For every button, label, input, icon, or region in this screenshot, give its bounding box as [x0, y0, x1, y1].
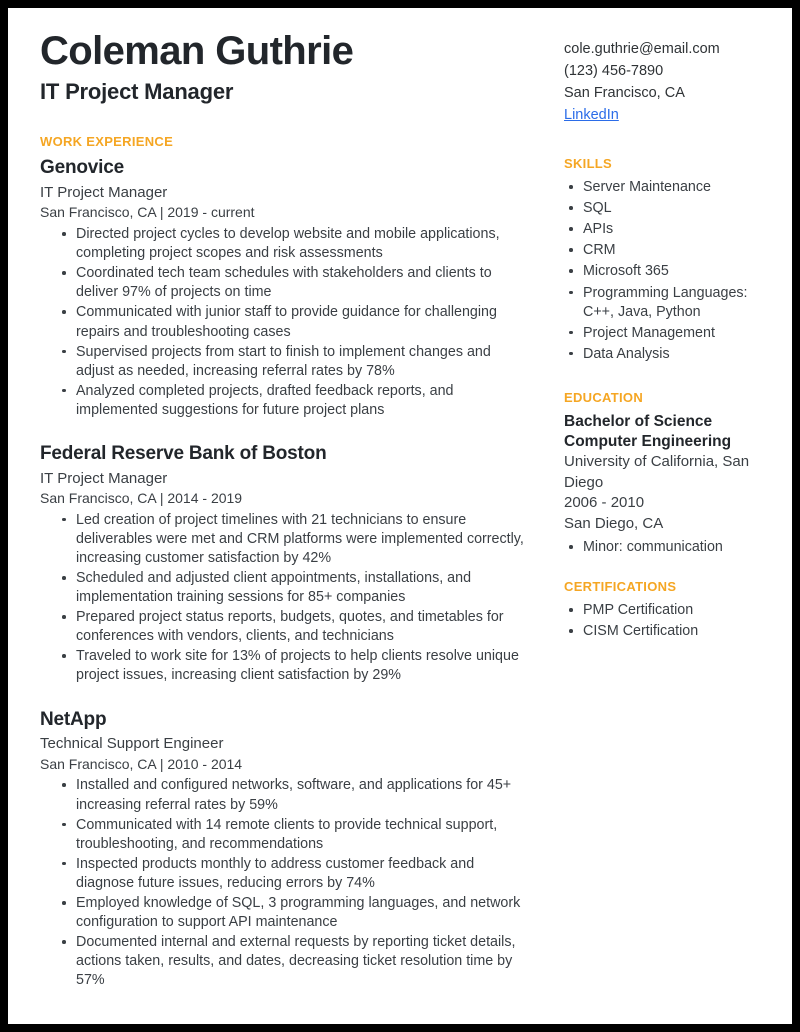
certification-item: PMP Certification: [568, 601, 768, 620]
education-degree-line-1: Bachelor of Science: [564, 412, 713, 430]
job-company: Federal Reserve Bank of Boston: [40, 442, 327, 464]
certifications-list: PMP Certification CISM Certification: [564, 601, 768, 641]
education-location: San Diego, CA: [564, 514, 664, 532]
main-column: Coleman Guthrie IT Project Manager WORK …: [40, 30, 540, 1014]
section-heading-work-experience: WORK EXPERIENCE: [40, 134, 174, 150]
job-title: IT Project Manager: [40, 183, 168, 201]
education-entry: Bachelor of Science Computer Engineering…: [564, 412, 768, 534]
section-heading-education: EDUCATION: [564, 389, 644, 405]
resume-page-frame: Coleman Guthrie IT Project Manager WORK …: [0, 0, 800, 1032]
job-bullet: Led creation of project timelines with 2…: [61, 511, 524, 568]
job-location-dates: San Francisco, CA | 2014 - 2019: [40, 489, 243, 506]
skill-item: CRM: [568, 241, 768, 260]
skill-item: Microsoft 365: [568, 262, 768, 281]
education-notes-list: Minor: communication: [564, 538, 768, 557]
job-bullet: Installed and configured networks, softw…: [61, 776, 524, 814]
contact-location: San Francisco, CA: [564, 85, 685, 102]
page-title: Coleman Guthrie: [40, 29, 354, 73]
job-title: IT Project Manager: [40, 469, 168, 487]
certification-item: CISM Certification: [568, 622, 768, 641]
education-school: University of California, San Diego: [564, 453, 750, 491]
job-bullet: Directed project cycles to develop websi…: [61, 225, 524, 263]
education-section: EDUCATION Bachelor of Science Computer E…: [564, 390, 768, 558]
job-title: Technical Support Engineer: [40, 735, 224, 753]
contact-email: cole.guthrie@email.com: [564, 41, 720, 57]
job-location-dates: San Francisco, CA | 2010 - 2014: [40, 755, 243, 772]
sidebar-column: cole.guthrie@email.com (123) 456-7890 Sa…: [540, 30, 768, 1014]
job-bullet: Documented internal and external request…: [61, 933, 524, 990]
skill-item: Project Management: [568, 324, 768, 343]
skills-list: Server Maintenance SQL APIs CRM Microsof…: [564, 178, 768, 364]
skills-section: SKILLS Server Maintenance SQL APIs CRM M…: [564, 156, 768, 364]
job-bullet: Communicated with junior staff to provid…: [61, 303, 524, 341]
job-entry: NetApp Technical Support Engineer San Fr…: [40, 708, 524, 991]
professional-headline: IT Project Manager: [40, 79, 234, 104]
skill-item: APIs: [568, 220, 768, 239]
resume-sheet: Coleman Guthrie IT Project Manager WORK …: [8, 8, 792, 1024]
job-bullet: Communicated with 14 remote clients to p…: [61, 816, 524, 854]
contact-phone: (123) 456-7890: [564, 63, 664, 80]
section-heading-certifications: CERTIFICATIONS: [564, 579, 677, 595]
job-company: NetApp: [40, 708, 107, 730]
job-bullet-list: Led creation of project timelines with 2…: [40, 511, 524, 686]
job-bullet-list: Installed and configured networks, softw…: [40, 776, 524, 990]
job-location-dates: San Francisco, CA | 2019 - current: [40, 204, 255, 221]
skill-item: Data Analysis: [568, 345, 768, 364]
job-bullet: Scheduled and adjusted client appointmen…: [61, 569, 524, 607]
job-entry: Genovice IT Project Manager San Francisc…: [40, 156, 524, 420]
job-bullet: Coordinated tech team schedules with sta…: [61, 264, 524, 302]
job-bullet: Inspected products monthly to address cu…: [61, 855, 524, 893]
certifications-section: CERTIFICATIONS PMP Certification CISM Ce…: [564, 579, 768, 641]
skill-item: SQL: [568, 199, 768, 218]
job-bullet: Traveled to work site for 13% of project…: [61, 647, 524, 685]
section-heading-skills: SKILLS: [564, 156, 613, 172]
job-entry: Federal Reserve Bank of Boston IT Projec…: [40, 442, 524, 686]
work-experience-list: Genovice IT Project Manager San Francisc…: [40, 156, 524, 990]
skill-item: Programming Languages: C++, Java, Python: [568, 284, 768, 322]
job-bullet: Prepared project status reports, budgets…: [61, 608, 524, 646]
education-years: 2006 - 2010: [564, 494, 645, 512]
education-note-item: Minor: communication: [568, 538, 768, 557]
skill-item: Server Maintenance: [568, 178, 768, 197]
education-degree-line-2: Computer Engineering: [564, 432, 732, 450]
job-bullet: Analyzed completed projects, drafted fee…: [61, 382, 524, 420]
linkedin-link[interactable]: LinkedIn: [564, 104, 619, 126]
job-company: Genovice: [40, 157, 124, 179]
job-bullet-list: Directed project cycles to develop websi…: [40, 225, 524, 420]
job-bullet: Employed knowledge of SQL, 3 programming…: [61, 894, 524, 932]
contact-block: cole.guthrie@email.com (123) 456-7890 Sa…: [564, 38, 768, 126]
job-bullet: Supervised projects from start to finish…: [61, 343, 524, 381]
